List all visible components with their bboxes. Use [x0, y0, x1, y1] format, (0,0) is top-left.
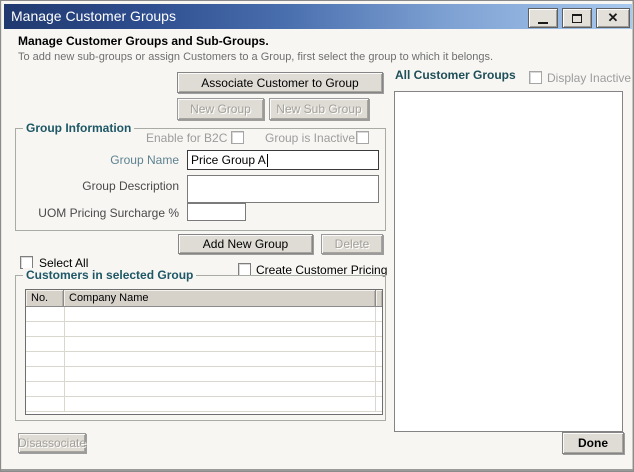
display-inactive-label: Display Inactive [547, 71, 632, 85]
new-group-button[interactable]: New Group [177, 98, 264, 120]
maximize-icon [572, 13, 582, 23]
uom-surcharge-label: UOM Pricing Surcharge % [38, 206, 179, 220]
uom-surcharge-input[interactable] [187, 203, 246, 221]
group-name-input[interactable]: Price Group A [187, 150, 379, 170]
table-row[interactable] [26, 337, 382, 352]
group-description-label: Group Description [82, 179, 179, 193]
table-row[interactable] [26, 382, 382, 397]
display-inactive-checkbox[interactable] [529, 71, 542, 84]
manage-customer-groups-dialog: Manage Customer Groups ✕ Manage Customer… [0, 0, 634, 472]
table-row[interactable] [26, 307, 382, 322]
dialog-subtitle: Manage Customer Groups and Sub-Groups. [18, 34, 269, 48]
done-button[interactable]: Done [562, 432, 624, 454]
group-name-label: Group Name [110, 153, 179, 167]
enable-b2c-label: Enable for B2C [146, 131, 228, 145]
group-information-title: Group Information [23, 121, 135, 135]
enable-b2c-checkbox[interactable] [231, 131, 244, 144]
customers-table-header: No. Company Name [26, 290, 382, 307]
minimize-icon [538, 22, 548, 24]
maximize-button[interactable] [562, 8, 592, 28]
group-inactive-checkbox[interactable] [356, 131, 369, 144]
dialog-description: To add new sub-groups or assign Customer… [18, 51, 494, 63]
new-sub-group-button[interactable]: New Sub Group [269, 98, 369, 120]
column-header-company-name[interactable]: Company Name [64, 290, 376, 306]
all-customer-groups-title: All Customer Groups [395, 68, 516, 82]
group-name-value: Price Group A [191, 153, 266, 167]
add-new-group-button[interactable]: Add New Group [178, 234, 313, 254]
column-header-spacer [376, 290, 382, 306]
window-title: Manage Customer Groups [11, 8, 176, 24]
group-inactive-label: Group is Inactive [265, 131, 356, 145]
customers-group-title: Customers in selected Group [23, 268, 197, 282]
all-customer-groups-listbox[interactable] [394, 91, 623, 432]
minimize-button[interactable] [528, 8, 558, 28]
table-row[interactable] [26, 352, 382, 367]
table-row[interactable] [26, 367, 382, 382]
customers-table[interactable]: No. Company Name [25, 289, 383, 415]
delete-button[interactable]: Delete [321, 234, 383, 254]
table-row[interactable] [26, 322, 382, 337]
column-header-no[interactable]: No. [26, 290, 64, 306]
group-description-input[interactable] [187, 175, 379, 203]
table-row[interactable] [26, 397, 382, 412]
associate-customer-button[interactable]: Associate Customer to Group [177, 72, 383, 93]
close-icon: ✕ [607, 10, 619, 25]
close-button[interactable]: ✕ [596, 8, 630, 28]
disassociate-button[interactable]: Disassociate [18, 433, 86, 453]
text-caret [266, 153, 268, 167]
